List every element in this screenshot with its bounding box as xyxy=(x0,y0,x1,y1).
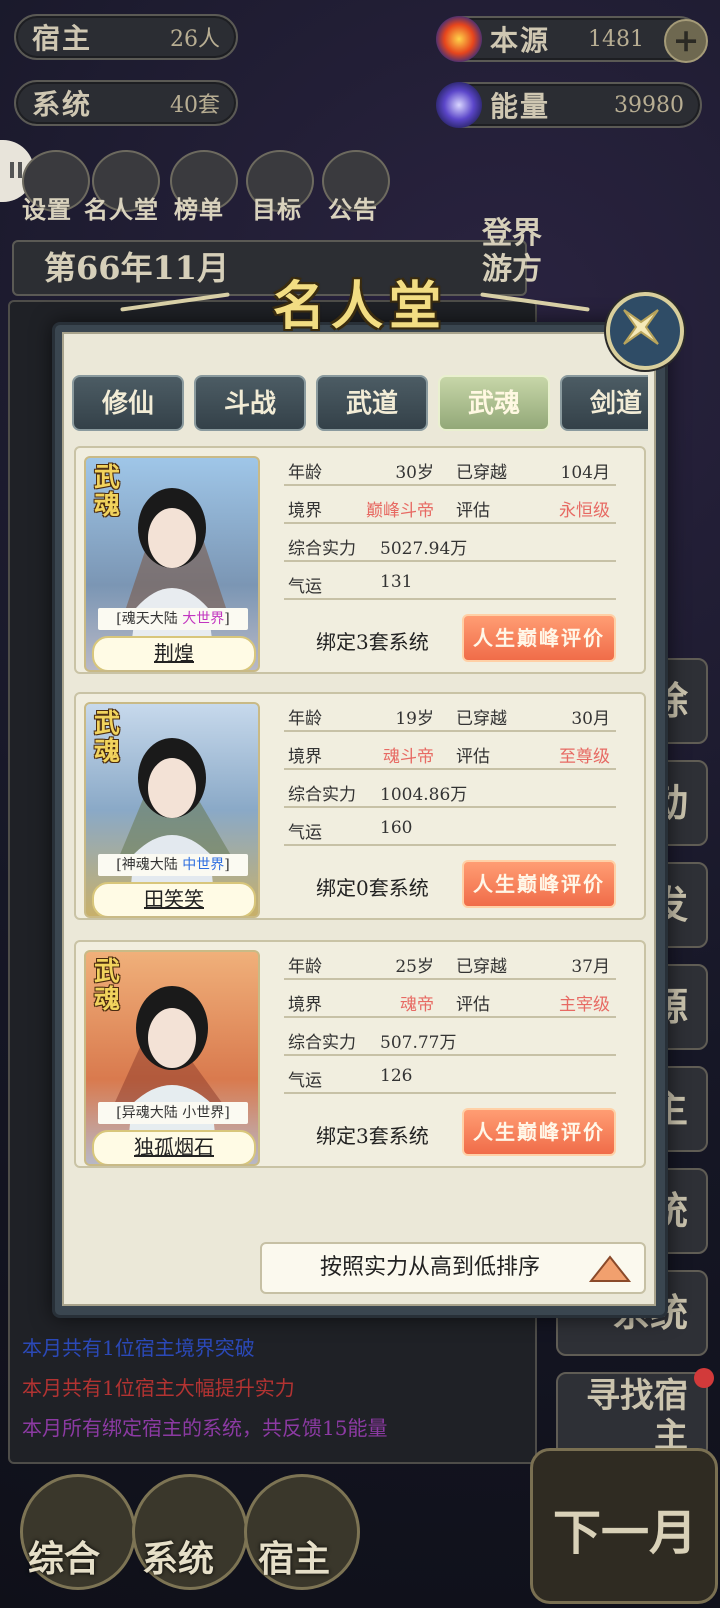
menu-notice-label[interactable]: 公告 xyxy=(328,190,378,225)
hero-name[interactable]: 荆煌 xyxy=(92,636,256,670)
energy-label: 能量 xyxy=(490,90,551,123)
nav-overview-label[interactable]: 综合 xyxy=(28,1530,100,1582)
stat-row-realm: 境界 魂斗帝 评估 至尊级 xyxy=(284,738,616,770)
menu-settings-label[interactable]: 设置 xyxy=(22,190,72,225)
origin-value: 1481 xyxy=(588,26,644,52)
system-label: 系统 xyxy=(32,88,93,121)
portrait: 武魂 [异魂大陆 小世界] 独孤烟石 xyxy=(84,950,260,1166)
tab-douzhan[interactable]: 斗战 xyxy=(194,375,306,431)
tab-jiandao[interactable]: 剑道 xyxy=(560,375,648,431)
stat-row-strength: 综合实力 5027.94万 xyxy=(284,530,616,562)
host-label: 宿主 xyxy=(32,22,93,55)
stat-row-realm: 境界 巅峰斗帝 评估 永恒级 xyxy=(284,492,616,524)
modal-title-wrap: 名人堂 xyxy=(210,264,510,337)
next-month-button[interactable]: 下一月 xyxy=(530,1448,718,1604)
peak-evaluation-button[interactable]: 人生巅峰评价 xyxy=(462,860,616,908)
portrait: 武魂 [神魂大陆 中世界] 田笑笑 xyxy=(84,702,260,918)
sort-toggle-button[interactable]: 按照实力从高到低排序 xyxy=(260,1242,646,1294)
add-origin-button[interactable]: + xyxy=(664,19,708,63)
sort-label: 按照实力从高到低排序 xyxy=(320,1255,541,1280)
world-tag: [魂天大陆 大世界] xyxy=(98,608,248,630)
close-modal-button[interactable] xyxy=(606,292,684,370)
log-line: 本月共有1位宿主大幅提升实力 xyxy=(22,1376,295,1400)
modal-title: 名人堂 xyxy=(272,276,447,337)
tab-xiuxian[interactable]: 修仙 xyxy=(72,375,184,431)
origin-label: 本源 xyxy=(490,24,551,57)
wuhun-badge: 武魂 xyxy=(94,463,121,521)
log-line: 本月共有1位宿主境界突破 xyxy=(22,1336,255,1360)
hero-card: 武魂 [神魂大陆 中世界] 田笑笑 年龄 19岁 已穿越 30月 境界 魂斗帝 … xyxy=(74,692,646,920)
bind-systems-text: 绑定3套系统 xyxy=(316,1124,429,1148)
stat-row-luck: 气运 160 xyxy=(284,814,616,846)
nav-host-label[interactable]: 宿主 xyxy=(258,1530,330,1582)
world-tag: [异魂大陆 小世界] xyxy=(98,1102,248,1124)
stat-row-age: 年龄 30岁 已穿越 104月 xyxy=(284,454,616,486)
stat-row-luck: 气运 126 xyxy=(284,1062,616,1094)
menu-ranking-label[interactable]: 榜单 xyxy=(174,190,224,225)
wuhun-badge: 武魂 xyxy=(94,957,121,1015)
system-count-pill: 系统 40套 xyxy=(14,80,238,126)
wuhun-badge: 武魂 xyxy=(94,709,121,767)
stat-row-strength: 综合实力 507.77万 xyxy=(284,1024,616,1056)
log-line: 本月所有绑定宿主的系统，共反馈15能量 xyxy=(22,1416,388,1440)
stat-row-age: 年龄 19岁 已穿越 30月 xyxy=(284,700,616,732)
bind-systems-text: 绑定3套系统 xyxy=(316,630,429,654)
bind-systems-text: 绑定0套系统 xyxy=(316,876,429,900)
energy-orb-icon xyxy=(436,82,482,128)
host-count-pill: 宿主 26人 xyxy=(14,14,238,60)
energy-value: 39980 xyxy=(614,92,684,118)
nav-system-label[interactable]: 系统 xyxy=(142,1530,214,1582)
hero-name[interactable]: 田笑笑 xyxy=(92,882,256,916)
stat-row-age: 年龄 25岁 已穿越 37月 xyxy=(284,948,616,980)
menu-hall-of-fame-label[interactable]: 名人堂 xyxy=(84,190,159,225)
hero-card: 武魂 [异魂大陆 小世界] 独孤烟石 年龄 25岁 已穿越 37月 境界 魂帝 … xyxy=(74,940,646,1168)
system-value: 40套 xyxy=(170,93,220,118)
stat-row-realm: 境界 魂帝 评估 主宰级 xyxy=(284,986,616,1018)
tab-wuhun[interactable]: 武魂 xyxy=(438,375,550,431)
menu-goal-label[interactable]: 目标 xyxy=(252,190,302,225)
portrait: 武魂 [魂天大陆 大世界] 荆煌 xyxy=(84,456,260,672)
host-value: 26人 xyxy=(170,27,220,52)
tab-wudao[interactable]: 武道 xyxy=(316,375,428,431)
hero-card: 武魂 [魂天大陆 大世界] 荆煌 年龄 30岁 已穿越 104月 境界 巅峰斗帝… xyxy=(74,446,646,674)
find-host-button[interactable]: 寻找宿主 xyxy=(556,1372,708,1458)
close-icon xyxy=(623,309,659,345)
peak-evaluation-button[interactable]: 人生巅峰评价 xyxy=(462,614,616,662)
origin-orb-icon xyxy=(436,16,482,62)
notification-dot xyxy=(694,1368,714,1388)
world-tag: [神魂大陆 中世界] xyxy=(98,854,248,876)
next-month-label: 下一月 xyxy=(553,1505,698,1561)
stat-row-luck: 气运 131 xyxy=(284,568,616,600)
category-tabs: 修仙 斗战 武道 武魂 剑道 xyxy=(72,375,648,433)
stat-row-strength: 综合实力 1004.86万 xyxy=(284,776,616,808)
hero-name[interactable]: 独孤烟石 xyxy=(92,1130,256,1164)
sort-up-arrow-icon xyxy=(588,1255,632,1282)
peak-evaluation-button[interactable]: 人生巅峰评价 xyxy=(462,1108,616,1156)
